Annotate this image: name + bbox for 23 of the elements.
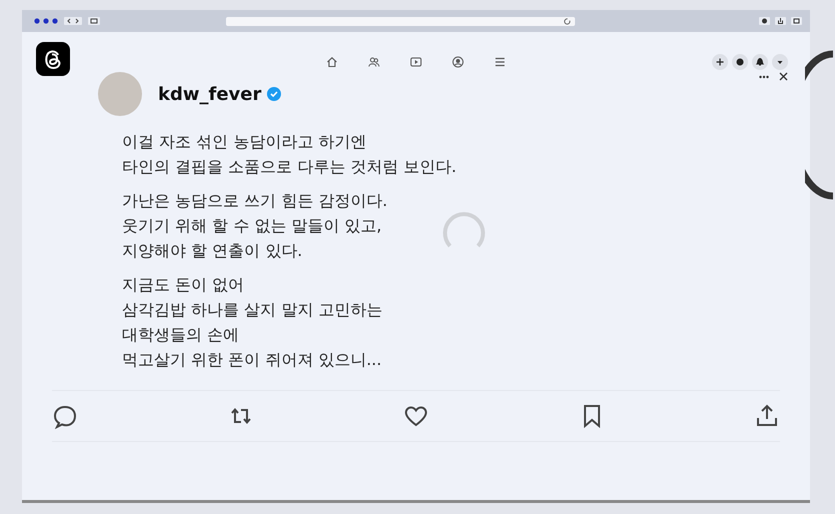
people-icon[interactable] bbox=[368, 56, 380, 68]
back-forward-icon[interactable] bbox=[64, 17, 82, 25]
post-paragraph: 이걸 자조 섞인 농담이라고 하기엔 타인의 결핍을 소품으로 다루는 것처럼 보인다. bbox=[122, 131, 457, 178]
sidebar-icon[interactable] bbox=[88, 17, 100, 25]
close-icon[interactable] bbox=[779, 72, 788, 81]
tabs-icon[interactable] bbox=[791, 17, 802, 25]
comment-icon[interactable] bbox=[52, 403, 78, 429]
username[interactable]: kdw_fever bbox=[158, 84, 262, 104]
share-icon[interactable] bbox=[754, 403, 780, 429]
reload-icon[interactable] bbox=[564, 18, 571, 24]
post-paragraph: 지금도 돈이 없어 삼각김밥 하나를 살지 말지 고민하는 대학생들의 손에 먹고살기 위한 폰이 쥐어져 있으니... bbox=[122, 274, 382, 371]
post-paragraph: 가난은 농담으로 쓰기 힘든 감정이다. 웃기기 위해 할 수 없는 말들이 있고, 지양해야 할 연출이 있다. bbox=[122, 190, 388, 262]
window-dots-icon bbox=[34, 18, 58, 24]
caret-icon[interactable] bbox=[772, 54, 788, 70]
menu-icon[interactable] bbox=[494, 56, 506, 68]
home-icon[interactable] bbox=[326, 56, 338, 68]
video-icon[interactable] bbox=[410, 56, 422, 68]
share-icon[interactable] bbox=[775, 17, 786, 25]
more-icon[interactable] bbox=[759, 74, 769, 78]
plus-icon[interactable] bbox=[712, 54, 728, 70]
bell-icon[interactable] bbox=[752, 54, 768, 70]
threads-logo-icon[interactable] bbox=[36, 42, 70, 76]
face-icon[interactable] bbox=[452, 56, 464, 68]
